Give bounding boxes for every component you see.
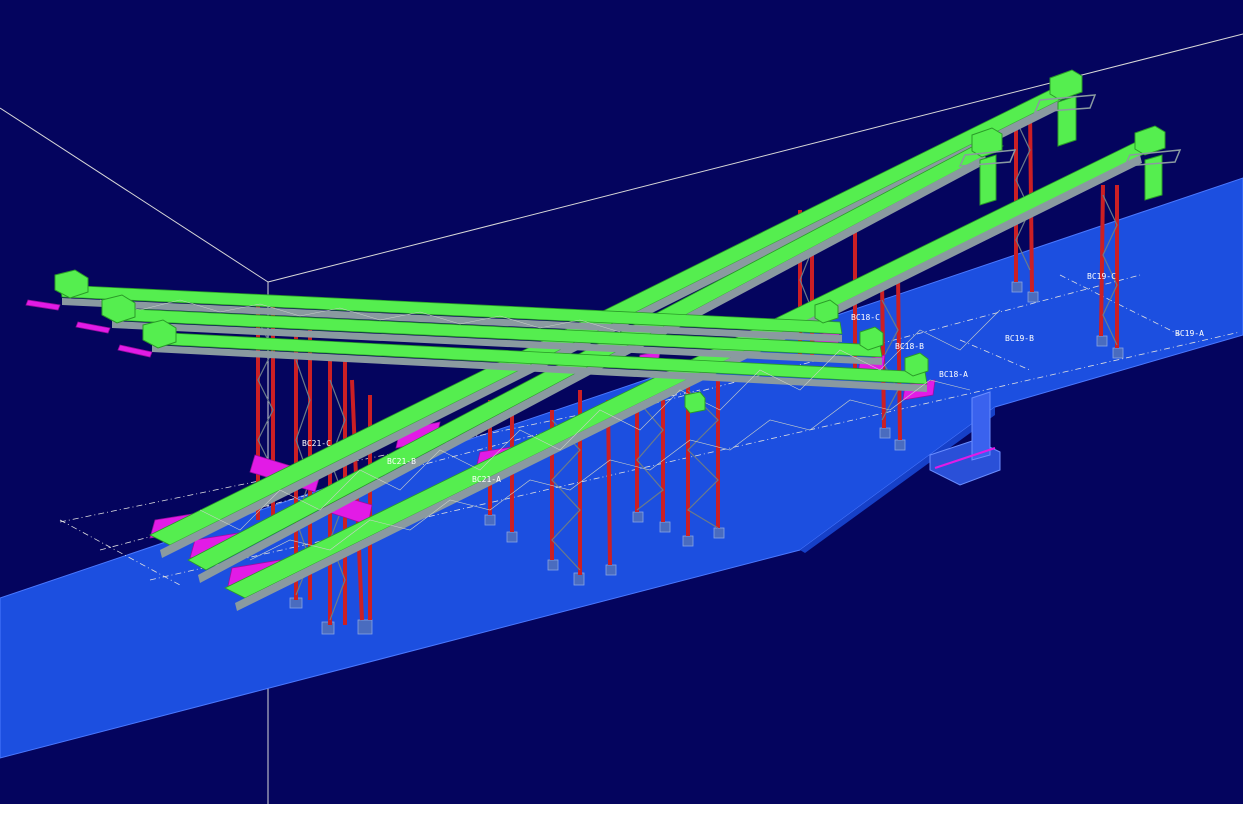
- label-bc18-a: BC18-A: [939, 370, 968, 379]
- label-bc18-c: BC18-C: [851, 313, 880, 322]
- label-bc21-b: BC21-B: [387, 457, 416, 466]
- label-bc19-c: BC19-C: [1087, 272, 1116, 281]
- conveyor-model-3d-view: BC19-C BC19-B BC19-A BC18-C BC18-B BC18-…: [0, 0, 1243, 804]
- label-bc21-c: BC21-C: [302, 439, 331, 448]
- label-bc19-a: BC19-A: [1175, 329, 1204, 338]
- label-bc18-b: BC18-B: [895, 342, 924, 351]
- model-viewport[interactable]: BC19-C BC19-B BC19-A BC18-C BC18-B BC18-…: [0, 0, 1243, 804]
- label-bc19-b: BC19-B: [1005, 334, 1034, 343]
- label-bc21-a: BC21-A: [472, 475, 501, 484]
